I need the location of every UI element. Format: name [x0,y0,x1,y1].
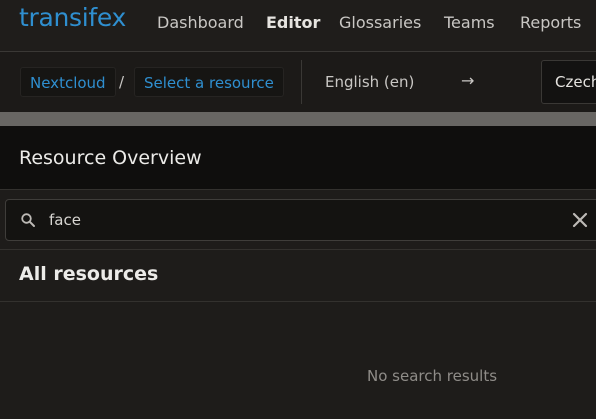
breadcrumb-project[interactable]: Nextcloud [20,67,116,97]
source-language: English (en) [325,73,415,91]
search-icon [21,213,35,227]
target-language-select[interactable]: Czech [541,60,596,104]
separator-band [0,112,596,126]
breadcrumb-separator: / [119,73,125,91]
nav-item-dashboard[interactable]: Dashboard [157,13,244,32]
nav-item-glossaries[interactable]: Glossaries [339,13,421,32]
nav-item-teams[interactable]: Teams [444,13,495,32]
search-area [0,190,596,250]
nav-item-editor[interactable]: Editor [266,13,320,32]
search-input[interactable] [49,200,549,240]
page-title: Resource Overview [19,147,202,169]
close-icon[interactable] [572,212,588,228]
resource-bar: Nextcloud / Select a resource English (e… [0,52,596,112]
transifex-logo[interactable]: transifex [19,3,126,32]
top-navigation: transifex Dashboard Editor Glossaries Te… [0,0,596,52]
all-resources-heading: All resources [19,263,159,285]
empty-state-message: No search results [367,367,498,385]
resource-overview-header: Resource Overview [0,126,596,190]
all-resources-section: All resources [0,250,596,302]
arrow-right-icon: → [461,71,475,90]
divider [301,60,302,104]
nav-item-reports[interactable]: Reports [520,13,581,32]
search-box[interactable] [5,199,596,241]
breadcrumb-resource-select[interactable]: Select a resource [134,67,284,97]
